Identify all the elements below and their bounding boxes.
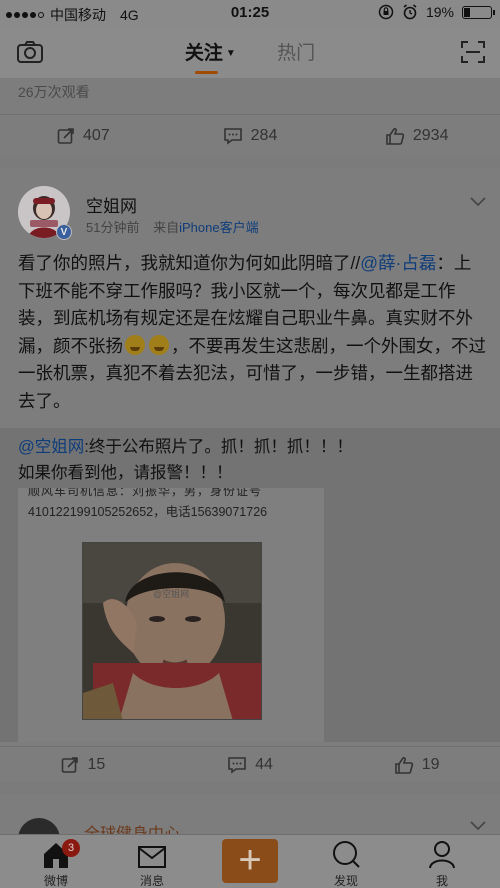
crying-emoji-icon — [125, 334, 145, 355]
thumbs-up-icon — [394, 756, 413, 774]
post-menu-chevron-icon[interactable] — [470, 194, 486, 212]
image-watermark: @空姐网 — [153, 589, 190, 599]
crying-emoji-icon — [149, 334, 169, 355]
verified-badge-icon: V — [56, 224, 72, 240]
like-count: 19 — [421, 755, 440, 773]
repost-line2: 如果你看到他，请报警！！！ — [18, 464, 233, 482]
comment-button[interactable]: 44 — [167, 747, 334, 782]
reposted-content[interactable]: @空姐网:终于公布照片了。抓！抓！抓！！！ 如果你看到他，请报警！！！ 顺风车司… — [0, 428, 500, 742]
status-right: 19% — [378, 4, 495, 20]
battery-percent: 19% — [425, 4, 454, 20]
prev-post-actions: 407 284 2934 — [0, 114, 500, 156]
bottom-tab-bar: 微博 3 消息 + 发现 我 — [0, 834, 500, 888]
view-count: 26万次观看 — [18, 84, 90, 100]
repost-mention-link[interactable]: @空姐网 — [18, 438, 84, 456]
status-bar: 中国移动 4G 01:25 19% — [0, 0, 500, 26]
caret-down-icon: ▼ — [225, 48, 236, 60]
alarm-icon — [403, 4, 417, 20]
repost-icon — [62, 756, 79, 773]
like-button[interactable]: 2934 — [333, 115, 500, 156]
post-source-prefix: 来自 — [153, 220, 180, 235]
tab-home-label: 微博 — [43, 874, 68, 888]
battery-icon — [462, 5, 495, 19]
repost-text: @空姐网:终于公布照片了。抓！抓！抓！！！ 如果你看到他，请报警！！！ — [18, 434, 353, 486]
image-caption-line2: 410122199105252652，电话15639071726 — [28, 505, 268, 519]
envelope-icon — [138, 846, 166, 868]
repost-line1: :终于公布照片了。抓！抓！抓！！！ — [84, 438, 353, 456]
suspect-photo: @空姐网 — [82, 542, 262, 720]
tab-discover[interactable]: 发现 — [306, 835, 386, 888]
feed-post: V 空姐网 51分钟前 来自iPhone客户端 看了你的照片，我就知道你为何如此… — [0, 168, 500, 782]
tab-follow-label: 关注 — [184, 43, 223, 64]
comment-button[interactable]: 284 — [167, 115, 334, 156]
rotation-lock-icon — [378, 4, 394, 20]
tab-messages[interactable]: 消息 — [112, 835, 192, 888]
comment-icon — [228, 756, 246, 774]
post-text-start: 看了你的照片，我就知道你为何如此阴暗了// — [18, 253, 361, 273]
comment-icon — [223, 127, 242, 145]
tab-follow[interactable]: 关注 ▼ — [184, 38, 236, 74]
previous-post: 26万次观看 407 284 2934 — [0, 78, 500, 156]
post-mention-link[interactable]: @薛·占磊 — [360, 253, 436, 273]
comment-count: 284 — [250, 126, 278, 144]
comment-count: 44 — [255, 755, 273, 773]
post-username[interactable]: 空姐网 — [86, 192, 137, 217]
tab-messages-label: 消息 — [139, 874, 164, 888]
repost-button[interactable]: 407 — [0, 115, 167, 156]
profile-icon — [429, 841, 455, 869]
repost-button[interactable]: 15 — [0, 747, 167, 782]
tab-me-label: 我 — [435, 874, 448, 888]
repost-count: 15 — [87, 755, 106, 773]
scan-icon[interactable] — [460, 40, 486, 69]
post-actions: 15 44 19 — [0, 746, 500, 782]
tab-me[interactable]: 我 — [402, 835, 482, 888]
feed-tabs: 关注 ▼ 热门 — [0, 38, 500, 74]
notification-badge: 3 — [62, 839, 80, 857]
like-button[interactable]: 19 — [333, 747, 500, 782]
tab-hot[interactable]: 热门 — [277, 38, 315, 65]
repost-image[interactable]: 顺风车司机信息：刘振华，男，身份证号 410122199105252652，电话… — [18, 488, 324, 742]
thumbs-up-icon — [386, 127, 405, 145]
top-navbar: 关注 ▼ 热门 — [0, 26, 500, 78]
tab-discover-label: 发现 — [333, 874, 358, 888]
tab-home[interactable]: 微博 3 — [16, 835, 96, 888]
post-time: 51分钟前 — [86, 220, 140, 235]
image-caption-line1: 顺风车司机信息：刘振华，男，身份证号 — [28, 488, 263, 498]
like-count: 2934 — [412, 126, 449, 144]
repost-icon — [57, 127, 74, 144]
compose-button[interactable]: + — [222, 839, 278, 883]
search-icon — [333, 841, 360, 868]
repost-count: 407 — [82, 126, 110, 144]
post-meta: 51分钟前 来自iPhone客户端 — [86, 217, 259, 236]
post-source-app[interactable]: iPhone客户端 — [179, 220, 258, 235]
post-text: 看了你的照片，我就知道你为何如此阴暗了//@薛·占磊：上下班不能不穿工作服吗？我… — [18, 250, 486, 415]
